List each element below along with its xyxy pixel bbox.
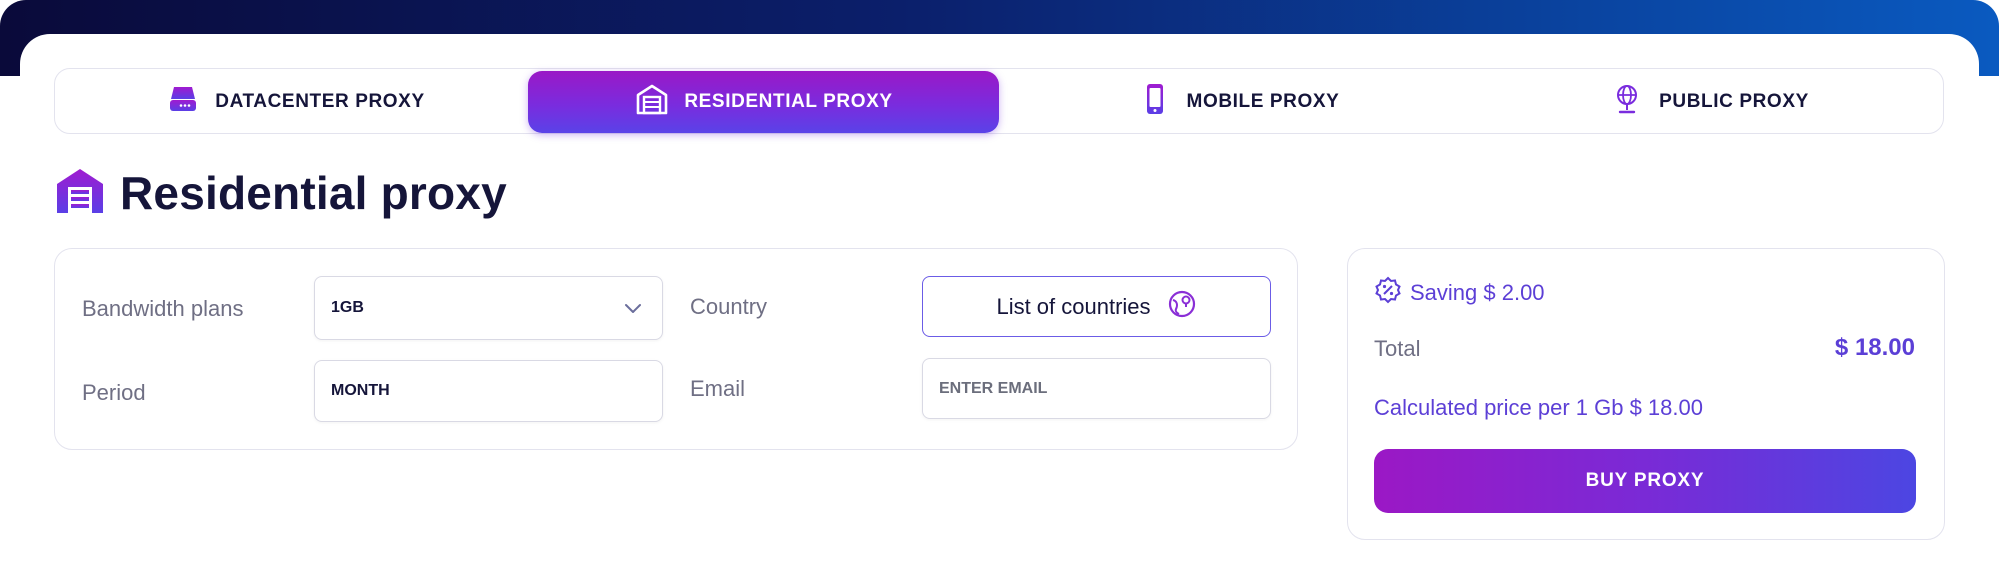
bandwidth-label: Bandwidth plans [82,296,244,321]
tab-public-proxy[interactable]: PUBLIC PROXY [1477,71,1941,133]
tab-mobile-proxy[interactable]: MOBILE PROXY [1003,71,1473,133]
period-value: MONTH [331,382,390,399]
country-button-label: List of countries [996,293,1151,319]
tab-label: PUBLIC PROXY [1659,91,1809,112]
warehouse-icon [634,81,670,123]
email-label: Email [690,376,746,401]
period-label: Period [82,380,146,405]
chevron-down-icon [622,297,644,319]
discount-badge-icon [1374,276,1402,310]
total-label: Total [1374,336,1421,361]
email-placeholder: ENTER EMAIL [939,379,1048,397]
globe-pin-icon [1167,289,1197,325]
buy-proxy-button[interactable]: BUY PROXY [1374,449,1916,513]
email-field[interactable]: ENTER EMAIL [922,358,1271,419]
country-label: Country [690,294,768,319]
warehouse-icon [54,165,106,222]
tab-label: DATACENTER PROXY [215,91,425,112]
tab-label: MOBILE PROXY [1186,91,1340,112]
saving-text: Saving $ 2.00 [1410,280,1545,305]
tab-label: RESIDENTIAL PROXY [684,91,893,112]
tab-residential-proxy[interactable]: RESIDENTIAL PROXY [528,71,999,133]
calculated-price-text: Calculated price per 1 Gb $ 18.00 [1374,395,1703,420]
server-icon [165,81,201,123]
saving-row: Saving $ 2.00 [1374,276,1545,310]
bandwidth-value: 1GB [331,299,364,316]
tab-datacenter-proxy[interactable]: DATACENTER PROXY [65,71,525,133]
globe-stand-icon [1609,81,1645,123]
list-of-countries-button[interactable]: List of countries [922,276,1271,337]
period-field[interactable]: MONTH [314,360,663,422]
proxy-type-tabs: DATACENTER PROXY RESIDENTIAL PROXY MOBIL… [54,68,1944,134]
total-value: $ 18.00 [1834,334,1915,361]
bandwidth-select[interactable]: 1GB [314,276,663,340]
page-title: Residential proxy [54,165,507,221]
mobile-phone-icon [1137,81,1173,123]
page-title-text: Residential proxy [120,167,507,219]
